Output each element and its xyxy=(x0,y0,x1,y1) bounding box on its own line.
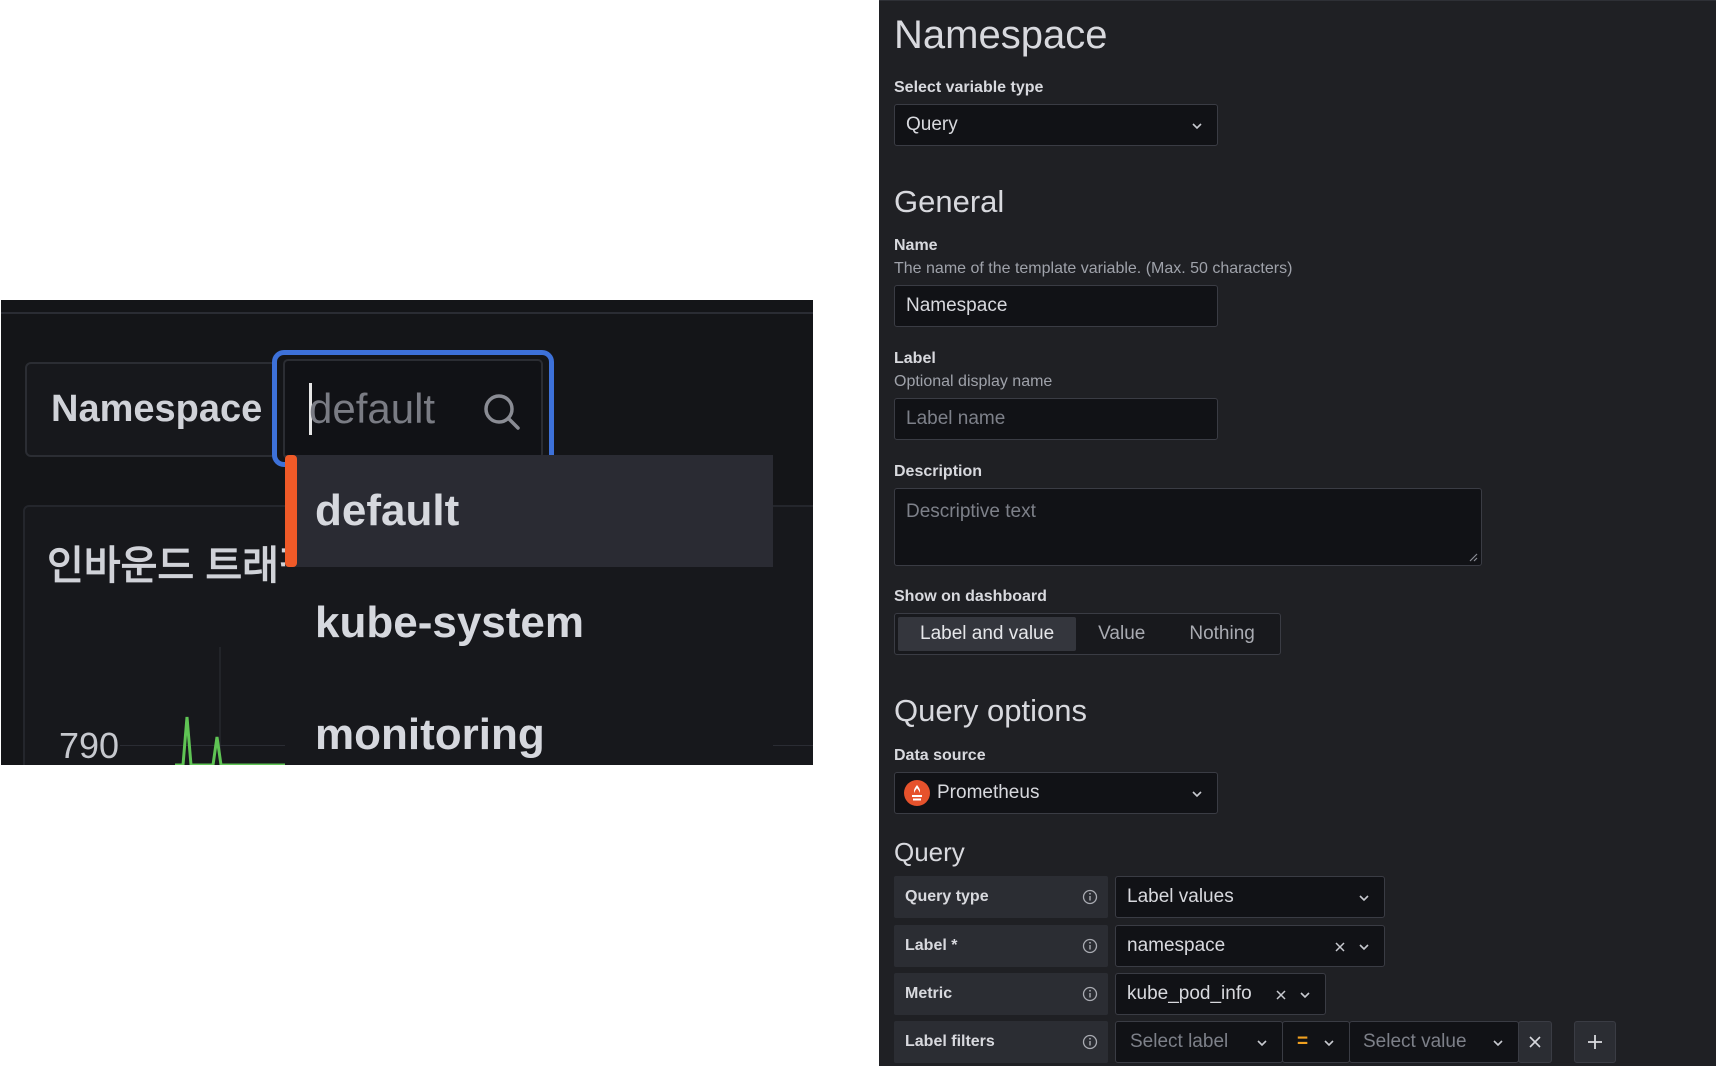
name-value: Namespace xyxy=(906,295,1008,316)
metric-label: Metric xyxy=(894,973,1108,1015)
filter-label-select[interactable]: Select label xyxy=(1115,1021,1283,1063)
close-icon xyxy=(1529,1036,1541,1048)
label-label: Label xyxy=(894,350,936,367)
divider xyxy=(1,312,813,314)
label-select[interactable]: namespace xyxy=(1115,925,1385,967)
option-label: default xyxy=(315,486,460,535)
chevron-down-icon xyxy=(1493,1040,1503,1047)
prometheus-icon xyxy=(904,780,930,806)
label-input[interactable]: Label name xyxy=(894,398,1218,440)
sparkline-graph xyxy=(175,647,295,765)
variable-type-label: Select variable type xyxy=(894,79,1044,96)
query-type-select[interactable]: Label values xyxy=(1115,876,1385,918)
label-description: Optional display name xyxy=(894,373,1053,390)
label-placeholder: Label name xyxy=(906,408,1006,429)
variable-type-select[interactable]: Query xyxy=(894,104,1218,146)
clear-icon[interactable] xyxy=(1275,989,1287,1001)
datasource-label: Data source xyxy=(894,747,986,764)
clear-icon[interactable] xyxy=(1334,941,1346,953)
resize-handle-icon[interactable] xyxy=(1468,552,1478,562)
name-description: The name of the template variable. (Max.… xyxy=(894,260,1293,277)
option-label: monitoring xyxy=(315,710,545,759)
search-icon xyxy=(484,394,520,430)
variable-label: Namespace xyxy=(25,362,277,457)
show-on-dashboard-toggle: Label and value Value Nothing xyxy=(894,613,1281,655)
option-kube-system[interactable]: kube-system xyxy=(285,567,773,679)
y-axis-tick: 790 xyxy=(59,725,120,765)
query-type-label: Query type xyxy=(894,876,1108,918)
description-placeholder: Descriptive text xyxy=(906,501,1036,522)
page-title: Namespace xyxy=(894,13,1108,57)
variable-picker-input[interactable]: default xyxy=(283,359,543,459)
variable-label-text: Namespace xyxy=(51,388,263,430)
option-label: kube-system xyxy=(315,598,585,647)
name-input[interactable]: Namespace xyxy=(894,285,1218,327)
info-icon[interactable] xyxy=(1082,889,1098,905)
show-label-and-value[interactable]: Label and value xyxy=(898,617,1077,651)
description-label: Description xyxy=(894,463,983,480)
info-icon[interactable] xyxy=(1082,986,1098,1002)
label-select-value: namespace xyxy=(1127,935,1226,956)
chevron-down-icon xyxy=(1359,895,1369,902)
show-nothing[interactable]: Nothing xyxy=(1167,617,1277,651)
description-textarea[interactable]: Descriptive text xyxy=(894,488,1482,566)
chevron-down-icon xyxy=(1324,1040,1334,1047)
filter-label-placeholder: Select label xyxy=(1130,1031,1229,1052)
metric-select[interactable]: kube_pod_info xyxy=(1115,973,1326,1015)
chevron-down-icon xyxy=(1192,791,1202,798)
options-dropdown: default kube-system monitoring xyxy=(285,455,773,765)
show-on-dashboard-label: Show on dashboard xyxy=(894,588,1047,605)
picker-value: default xyxy=(309,385,436,432)
filter-value-select[interactable]: Select value xyxy=(1349,1021,1519,1063)
option-default[interactable]: default xyxy=(285,455,773,567)
query-heading: Query xyxy=(894,837,965,867)
filter-operator-select[interactable]: = xyxy=(1282,1021,1350,1063)
metric-label-text: Metric xyxy=(905,985,953,1002)
chevron-down-icon xyxy=(1359,944,1369,951)
add-filter-button[interactable] xyxy=(1574,1021,1616,1063)
show-value[interactable]: Value xyxy=(1076,617,1167,651)
query-options-heading: Query options xyxy=(894,693,1087,728)
variable-type-value: Query xyxy=(906,114,958,135)
label-row-label: Label * xyxy=(894,925,1108,967)
general-heading: General xyxy=(894,184,1005,219)
query-type-label-text: Query type xyxy=(905,888,989,905)
label-filters-label: Label filters xyxy=(894,1021,1108,1063)
variable-editor: Namespace Select variable type Query Gen… xyxy=(879,0,1716,1066)
label-row-label-text: Label * xyxy=(905,937,958,954)
remove-filter-button[interactable] xyxy=(1518,1021,1552,1063)
plus-icon xyxy=(1588,1035,1602,1049)
datasource-select[interactable]: Prometheus xyxy=(894,772,1218,814)
datasource-value: Prometheus xyxy=(937,782,1040,803)
name-label: Name xyxy=(894,237,938,254)
filter-operator: = xyxy=(1297,1031,1309,1052)
panel-title: 인바운드 트래픽 xyxy=(47,544,316,588)
chevron-down-icon xyxy=(1257,1040,1267,1047)
info-icon[interactable] xyxy=(1082,1034,1098,1050)
filter-value-placeholder: Select value xyxy=(1363,1031,1467,1052)
info-icon[interactable] xyxy=(1082,938,1098,954)
chevron-down-icon xyxy=(1300,992,1310,999)
variable-picker-zoom: Namespace default 인바운드 트래픽 790 default k… xyxy=(1,300,813,765)
query-type-value: Label values xyxy=(1127,886,1234,907)
option-monitoring[interactable]: monitoring xyxy=(285,679,773,765)
chevron-down-icon xyxy=(1192,123,1202,130)
metric-value: kube_pod_info xyxy=(1127,983,1252,1004)
label-filters-label-text: Label filters xyxy=(905,1033,995,1050)
